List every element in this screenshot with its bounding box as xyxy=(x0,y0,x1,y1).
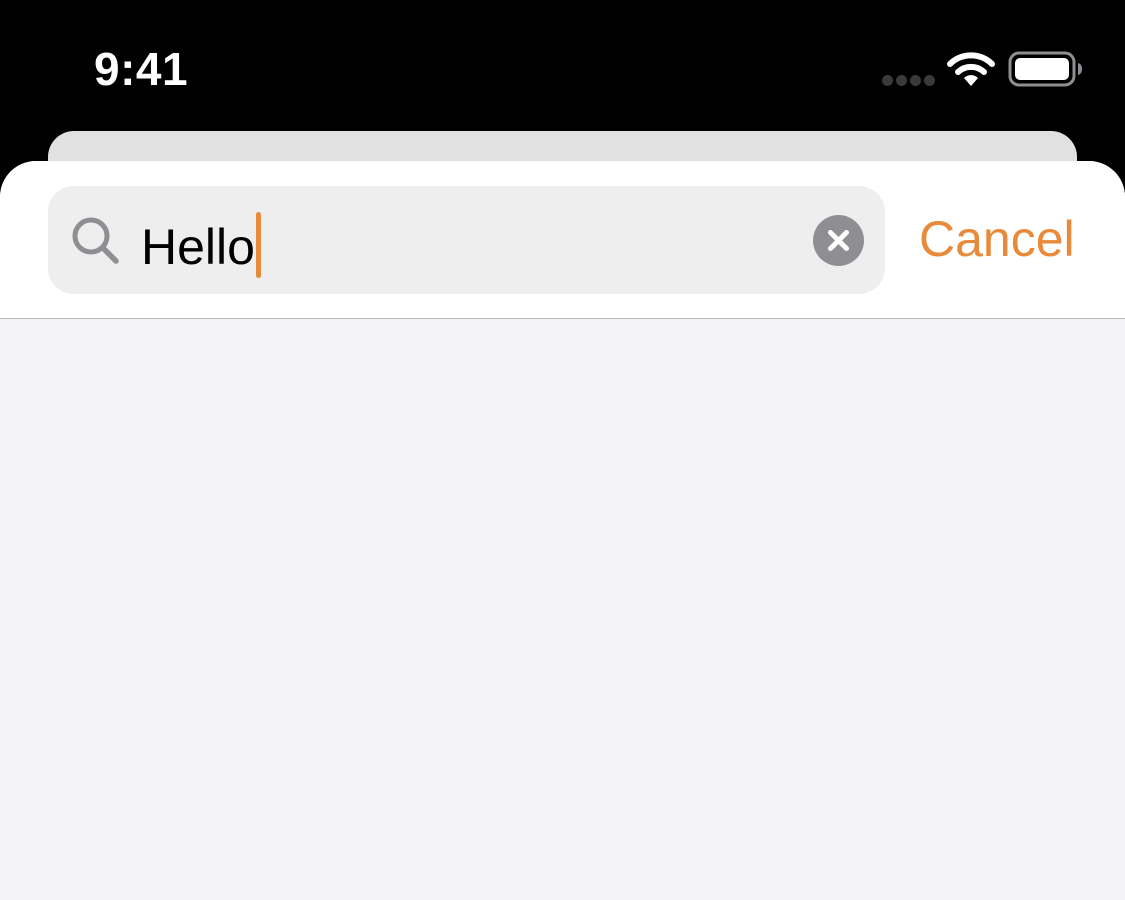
battery-icon xyxy=(1008,51,1084,87)
search-results-area xyxy=(0,319,1125,900)
clear-icon xyxy=(828,230,849,251)
clear-search-button[interactable] xyxy=(813,215,864,266)
text-cursor xyxy=(255,212,261,278)
wifi-icon xyxy=(946,50,996,88)
search-icon xyxy=(70,215,122,267)
cancel-button[interactable]: Cancel xyxy=(919,209,1075,269)
search-query: Hello xyxy=(141,219,255,275)
cellular-signal-icon xyxy=(880,75,936,87)
search-sheet: Hello Cancel xyxy=(0,161,1125,900)
status-bar: 9:41 xyxy=(0,0,1125,132)
search-field[interactable]: Hello xyxy=(48,186,885,294)
search-input[interactable]: Hello xyxy=(141,212,261,278)
search-header: Hello Cancel xyxy=(0,161,1125,319)
status-time: 9:41 xyxy=(94,43,189,95)
